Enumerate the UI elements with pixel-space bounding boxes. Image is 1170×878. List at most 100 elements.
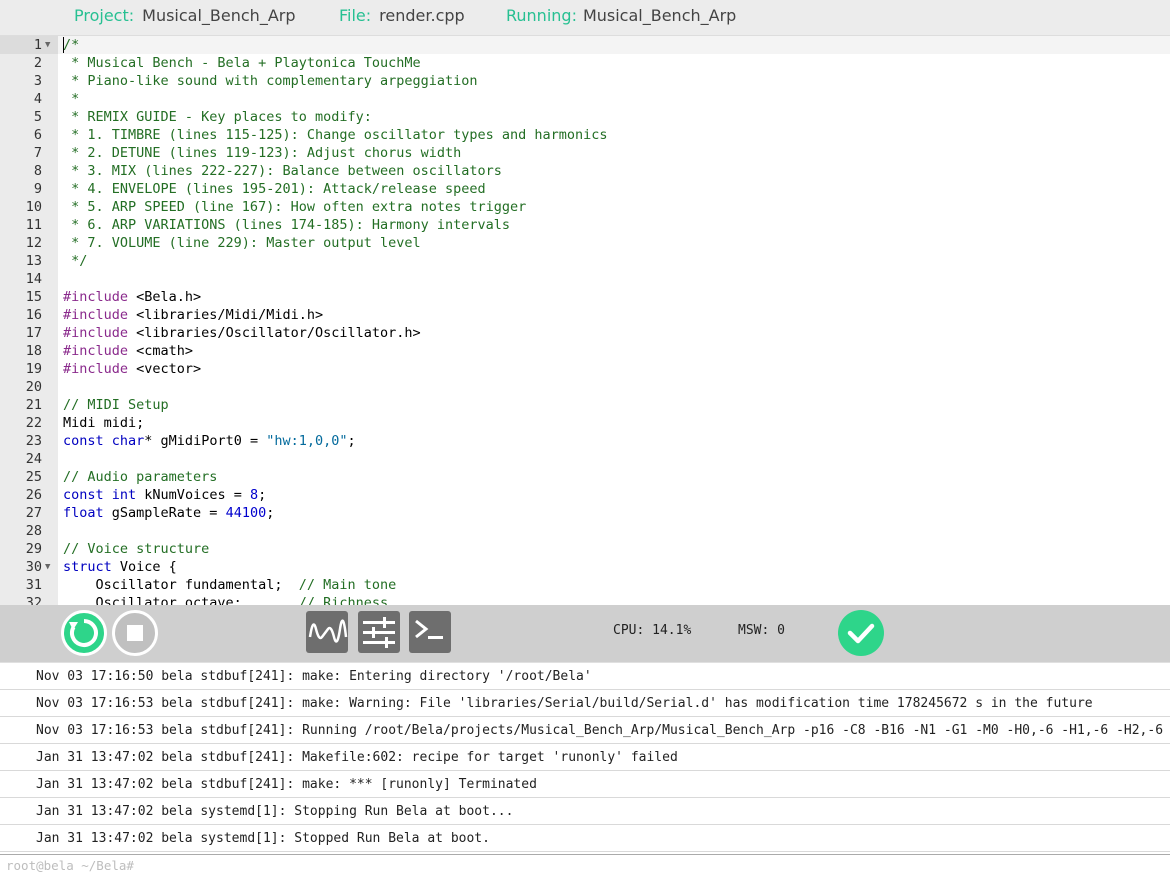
running-info[interactable]: Running: Musical_Bench_Arp <box>506 6 736 25</box>
code-text[interactable]: #include <cmath> <box>63 342 193 360</box>
project-bar: Project: Musical_Bench_Arp File: render.cp… <box>0 0 1170 36</box>
code-token: * 6. ARP VARIATIONS (lines 174-185): Har… <box>63 217 511 233</box>
code-line[interactable]: 12 * 7. VOLUME (line 229): Master output… <box>0 234 1170 252</box>
code-line[interactable]: 32 Oscillator octave; // Richness <box>0 594 1170 605</box>
code-text[interactable]: const char* gMidiPort0 = "hw:1,0,0"; <box>63 432 356 450</box>
code-text[interactable]: /* <box>63 36 79 54</box>
code-text[interactable]: * Piano-like sound with complementary ar… <box>63 72 478 90</box>
code-line[interactable]: 23 const char* gMidiPort0 = "hw:1,0,0"; <box>0 432 1170 450</box>
code-token: * 7. VOLUME (line 229): Master output le… <box>63 235 421 251</box>
code-line[interactable]: 13 */ <box>0 252 1170 270</box>
code-text[interactable]: * 5. ARP SPEED (line 167): How often ext… <box>63 198 526 216</box>
code-text[interactable]: * <box>63 90 79 108</box>
console-line: Nov 03 17:16:53 bela stdbuf[241]: make: … <box>0 690 1170 717</box>
project-info[interactable]: Project: Musical_Bench_Arp <box>74 6 296 25</box>
file-name: render.cpp <box>379 6 465 25</box>
line-number: 19 <box>25 361 42 377</box>
line-number: 17 <box>25 325 42 341</box>
code-line[interactable]: 27 float gSampleRate = 44100; <box>0 504 1170 522</box>
code-text[interactable]: // Audio parameters <box>63 468 217 486</box>
build-status-button[interactable] <box>838 610 884 656</box>
console-line: Jan 31 13:47:02 bela stdbuf[241]: make: … <box>0 771 1170 798</box>
text-cursor <box>63 37 64 53</box>
code-text[interactable]: * 6. ARP VARIATIONS (lines 174-185): Har… <box>63 216 510 234</box>
code-line[interactable]: 5 * REMIX GUIDE - Key places to modify: <box>0 108 1170 126</box>
code-line[interactable]: 1 ▼ /* <box>0 36 1170 54</box>
code-line[interactable]: 2 * Musical Bench - Bela + Playtonica To… <box>0 54 1170 72</box>
code-text[interactable]: * 7. VOLUME (line 229): Master output le… <box>63 234 421 252</box>
code-line[interactable]: 9 * 4. ENVELOPE (lines 195-201): Attack/… <box>0 180 1170 198</box>
code-line[interactable]: 22 Midi midi; <box>0 414 1170 432</box>
file-label: File: <box>339 6 372 25</box>
waveform-icon <box>308 619 348 643</box>
code-line[interactable]: 17 #include <libraries/Oscillator/Oscilla… <box>0 324 1170 342</box>
code-editor[interactable]: 1 ▼/* 2 * Musical Bench - Bela + Playtonic… <box>0 36 1170 605</box>
code-line[interactable]: 29 // Voice structure <box>0 540 1170 558</box>
code-text[interactable]: Midi midi; <box>63 414 144 432</box>
code-line[interactable]: 28 <box>0 522 1170 540</box>
code-token: * gMidiPort0 = <box>144 433 267 449</box>
fold-toggle-icon[interactable]: ▼ <box>45 36 55 54</box>
line-number: 26 <box>25 487 42 503</box>
code-text[interactable]: const int kNumVoices = 8; <box>63 486 266 504</box>
line-number: 24 <box>25 451 42 467</box>
line-number: 3 <box>33 73 42 89</box>
console-prompt[interactable]: root@bela ~/Bela# <box>0 854 1170 878</box>
code-text[interactable]: * 1. TIMBRE (lines 115-125): Change osci… <box>63 126 607 144</box>
code-line[interactable]: 16 #include <libraries/Midi/Midi.h> <box>0 306 1170 324</box>
line-number: 20 <box>25 379 42 395</box>
code-text[interactable]: #include <libraries/Midi/Midi.h> <box>63 306 323 324</box>
code-token: * 5. ARP SPEED (line 167): How often ext… <box>63 199 527 215</box>
code-line[interactable]: 20 <box>0 378 1170 396</box>
code-text[interactable]: // Voice structure <box>63 540 209 558</box>
code-text[interactable]: * 4. ENVELOPE (lines 195-201): Attack/re… <box>63 180 486 198</box>
code-text[interactable]: // MIDI Setup <box>63 396 169 414</box>
run-button[interactable] <box>61 610 107 656</box>
code-text[interactable]: */ <box>63 252 87 270</box>
code-text[interactable]: * 3. MIX (lines 222-227): Balance betwee… <box>63 162 502 180</box>
code-line[interactable]: 30 ▼ struct Voice { <box>0 558 1170 576</box>
code-text[interactable]: #include <Bela.h> <box>63 288 201 306</box>
line-number: 27 <box>25 505 42 521</box>
code-text[interactable]: * 2. DETUNE (lines 119-123): Adjust chor… <box>63 144 461 162</box>
code-text[interactable]: #include <vector> <box>63 360 201 378</box>
console-button[interactable] <box>409 611 451 653</box>
code-text[interactable]: * Musical Bench - Bela + Playtonica Touc… <box>63 54 421 72</box>
code-text[interactable]: Oscillator fundamental; // Main tone <box>63 576 397 594</box>
code-line[interactable]: 10 * 5. ARP SPEED (line 167): How often … <box>0 198 1170 216</box>
code-text[interactable]: struct Voice { <box>63 558 177 576</box>
code-text[interactable]: * REMIX GUIDE - Key places to modify: <box>63 108 372 126</box>
settings-button[interactable] <box>358 611 400 653</box>
code-token: * Piano-like sound with complementary ar… <box>63 73 478 89</box>
code-line[interactable]: 18 #include <cmath> <box>0 342 1170 360</box>
scope-button[interactable] <box>306 611 348 653</box>
code-line[interactable]: 3 * Piano-like sound with complementary … <box>0 72 1170 90</box>
line-number: 10 <box>25 199 42 215</box>
code-line[interactable]: 21 // MIDI Setup <box>0 396 1170 414</box>
file-info[interactable]: File: render.cpp <box>339 6 465 25</box>
code-token: // Richness <box>298 595 389 605</box>
code-line[interactable]: 26 const int kNumVoices = 8; <box>0 486 1170 504</box>
code-text[interactable]: #include <libraries/Oscillator/Oscillato… <box>63 324 421 342</box>
code-text[interactable]: Oscillator octave; // Richness <box>63 594 389 605</box>
code-line[interactable]: 4 * <box>0 90 1170 108</box>
code-token: <cmath> <box>128 343 194 359</box>
stop-button[interactable] <box>112 610 158 656</box>
code-line[interactable]: 8 * 3. MIX (lines 222-227): Balance betw… <box>0 162 1170 180</box>
code-line[interactable]: 31 Oscillator fundamental; // Main tone <box>0 576 1170 594</box>
code-text[interactable]: float gSampleRate = 44100; <box>63 504 274 522</box>
code-line[interactable]: 7 * 2. DETUNE (lines 119-123): Adjust ch… <box>0 144 1170 162</box>
code-token: Voice { <box>111 559 177 575</box>
code-line[interactable]: 15 #include <Bela.h> <box>0 288 1170 306</box>
code-line[interactable]: 6 * 1. TIMBRE (lines 115-125): Change os… <box>0 126 1170 144</box>
code-line[interactable]: 14 <box>0 270 1170 288</box>
code-token: // Audio parameters <box>63 469 218 485</box>
code-line[interactable]: 19 #include <vector> <box>0 360 1170 378</box>
code-line[interactable]: 11 * 6. ARP VARIATIONS (lines 174-185): … <box>0 216 1170 234</box>
console-line: Jan 31 13:47:02 bela systemd[1]: Stoppin… <box>0 798 1170 825</box>
code-line[interactable]: 25 // Audio parameters <box>0 468 1170 486</box>
code-line[interactable]: 24 <box>0 450 1170 468</box>
console-output[interactable]: Nov 03 17:16:50 bela stdbuf[241]: make: … <box>0 662 1170 854</box>
fold-toggle-icon[interactable]: ▼ <box>45 558 55 576</box>
